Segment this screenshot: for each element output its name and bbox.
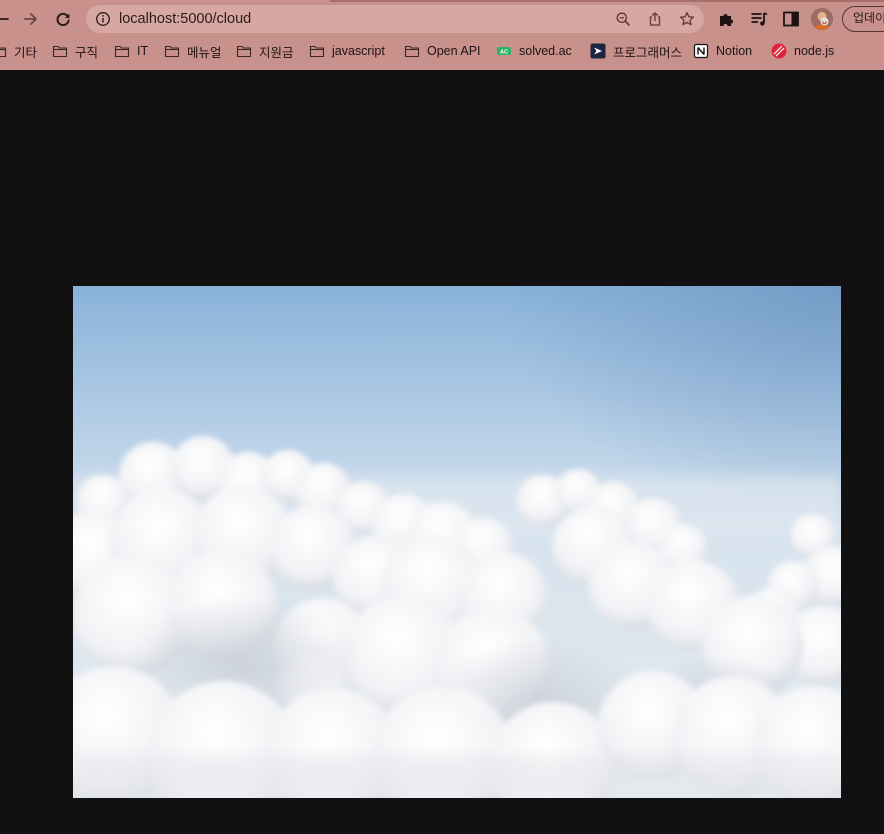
folder-icon — [0, 47, 7, 58]
bookmark-label: 메뉴얼 — [187, 45, 222, 60]
info-icon[interactable] — [95, 11, 111, 27]
bookmark-label: 프로그래머스 — [613, 45, 683, 60]
folder-icon — [164, 45, 180, 58]
zoom-icon[interactable] — [615, 11, 631, 27]
nodejs-icon — [771, 43, 787, 59]
reload-icon[interactable] — [53, 9, 73, 29]
bookmark-label: 구직 — [75, 45, 99, 60]
folder-icon — [309, 45, 325, 58]
bookmark-folder[interactable]: Open API — [404, 39, 481, 63]
bookmark-folder[interactable]: IT — [114, 39, 148, 63]
bookmark-folder[interactable]: 메뉴얼 — [164, 39, 222, 63]
bookmark-folder[interactable]: javascript — [309, 39, 385, 63]
bookmark-label: node.js — [794, 44, 835, 58]
bookmark-notion[interactable]: Notion — [693, 39, 752, 63]
address-bar[interactable]: localhost:5000/cloud — [86, 5, 704, 33]
bookmark-folder[interactable]: 기타 — [0, 39, 37, 63]
url-text[interactable]: localhost:5000/cloud — [119, 11, 251, 27]
bookmark-programmers[interactable]: 프로그래머스 — [590, 39, 682, 63]
browser-chrome: localhost:5000/cloud 업데이 기타 구직 IT 메뉴얼 지원… — [0, 0, 884, 70]
bookmark-nodejs[interactable]: node.js — [771, 39, 834, 63]
share-icon[interactable] — [647, 11, 663, 27]
bookmark-solved-ac[interactable]: AC solved.ac — [496, 39, 572, 63]
browser-toolbar: localhost:5000/cloud 업데이 — [0, 0, 884, 38]
extensions-puzzle-icon[interactable] — [717, 9, 737, 29]
profile-avatar[interactable] — [811, 8, 833, 30]
folder-icon — [404, 45, 420, 58]
bookmark-label: solved.ac — [519, 44, 572, 58]
star-icon[interactable] — [679, 11, 695, 27]
folder-icon — [236, 45, 252, 58]
bookmark-label: Notion — [716, 44, 753, 58]
programmers-icon — [590, 43, 606, 59]
bookmark-label: javascript — [332, 44, 385, 58]
bookmark-label: 지원금 — [259, 45, 294, 60]
media-queue-icon[interactable] — [749, 9, 769, 29]
bookmark-label: 기타 — [14, 45, 38, 60]
bookmarks-bar: 기타 구직 IT 메뉴얼 지원금 javascript Open API AC — [0, 39, 884, 63]
update-button[interactable]: 업데이 — [842, 6, 884, 32]
forward-arrow-icon[interactable] — [21, 9, 41, 29]
folder-icon — [114, 45, 130, 58]
svg-text:AC: AC — [500, 49, 508, 55]
notion-icon — [693, 43, 709, 59]
folder-icon — [52, 45, 68, 58]
side-panel-icon[interactable] — [781, 9, 801, 29]
back-arrow-icon[interactable] — [0, 9, 12, 29]
clouds-photo — [73, 286, 841, 798]
bookmark-folder[interactable]: 지원금 — [236, 39, 294, 63]
solved-ac-icon: AC — [497, 47, 511, 55]
bookmark-folder[interactable]: 구직 — [52, 39, 98, 63]
bookmark-label: IT — [137, 44, 149, 58]
bookmark-label: Open API — [427, 44, 481, 58]
